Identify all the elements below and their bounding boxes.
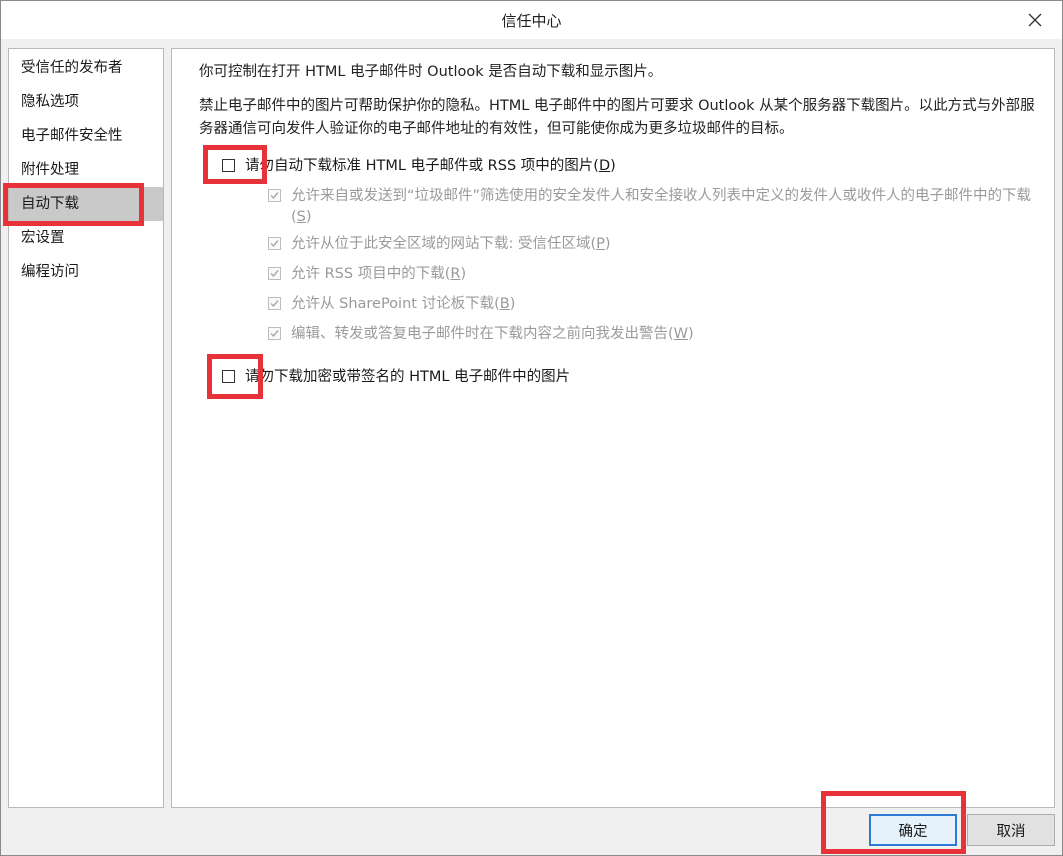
option-warn-before-download: 编辑、转发或答复电子邮件时在下载内容之前向我发出警告(W) [268, 324, 694, 344]
sidebar-item-attachment-handling[interactable]: 附件处理 [9, 153, 163, 187]
safe-senders-label: 允许来自或发送到“垃圾邮件”筛选使用的安全发件人和安全接收人列表中定义的发件人或… [291, 188, 1032, 225]
safe-senders-checkbox [268, 189, 281, 202]
checkmark-icon [270, 300, 279, 308]
option-rss: 允许 RSS 项目中的下载(R) [268, 264, 466, 284]
sidebar-item-automatic-download[interactable]: 自动下载 [9, 187, 163, 221]
rss-checkbox [268, 267, 281, 280]
sidebar-item-programmatic-access[interactable]: 编程访问 [9, 255, 163, 289]
close-icon [1028, 13, 1042, 27]
checkmark-icon [270, 270, 279, 278]
checkmark-icon [270, 192, 279, 200]
option-trusted-zone: 允许从位于此安全区域的网站下载: 受信任区域(P) [268, 234, 611, 254]
no-encrypted-download-label: 请勿下载加密或带签名的 HTML 电子邮件中的图片 [245, 369, 571, 385]
description-text: 禁止电子邮件中的图片可帮助保护你的隐私。HTML 电子邮件中的图片可要求 Out… [199, 98, 1035, 137]
rss-label: 允许 RSS 项目中的下载(R) [291, 266, 467, 282]
sidebar: 受信任的发布者 隐私选项 电子邮件安全性 附件处理 自动下载 宏设置 编程访问 [8, 48, 164, 808]
no-auto-download-label: 请勿自动下载标准 HTML 电子邮件或 RSS 项中的图片(D) [245, 158, 616, 174]
option-no-encrypted-download[interactable]: 请勿下载加密或带签名的 HTML 电子邮件中的图片 [222, 367, 570, 387]
sidebar-item-macro-settings[interactable]: 宏设置 [9, 221, 163, 255]
cancel-button[interactable]: 取消 [967, 814, 1055, 846]
trusted-zone-label: 允许从位于此安全区域的网站下载: 受信任区域(P) [291, 236, 611, 252]
close-button[interactable] [1022, 7, 1048, 33]
title-bar: 信任中心 [1, 1, 1062, 39]
sidebar-item-trusted-publishers[interactable]: 受信任的发布者 [9, 51, 163, 85]
warn-before-download-label: 编辑、转发或答复电子邮件时在下载内容之前向我发出警告(W) [291, 326, 694, 342]
sidebar-item-email-security[interactable]: 电子邮件安全性 [9, 119, 163, 153]
warn-before-download-checkbox [268, 327, 281, 340]
no-auto-download-checkbox[interactable] [222, 159, 235, 172]
checkmark-icon [270, 240, 279, 248]
option-sharepoint: 允许从 SharePoint 讨论板下载(B) [268, 294, 515, 314]
trusted-zone-checkbox [268, 237, 281, 250]
dialog-title: 信任中心 [501, 12, 562, 30]
intro-text: 你可控制在打开 HTML 电子邮件时 Outlook 是否自动下载和显示图片。 [199, 64, 663, 80]
sidebar-item-privacy-options[interactable]: 隐私选项 [9, 85, 163, 119]
option-no-auto-download[interactable]: 请勿自动下载标准 HTML 电子邮件或 RSS 项中的图片(D) [222, 156, 616, 176]
no-encrypted-download-checkbox[interactable] [222, 370, 235, 383]
option-safe-senders: 允许来自或发送到“垃圾邮件”筛选使用的安全发件人和安全接收人列表中定义的发件人或… [268, 186, 1043, 228]
checkmark-icon [270, 330, 279, 338]
sharepoint-checkbox [268, 297, 281, 310]
ok-button[interactable]: 确定 [869, 814, 957, 846]
sharepoint-label: 允许从 SharePoint 讨论板下载(B) [291, 296, 516, 312]
trust-center-dialog: 信任中心 受信任的发布者 隐私选项 电子邮件安全性 附件处理 自动下载 宏设置 … [0, 0, 1063, 856]
settings-panel: 你可控制在打开 HTML 电子邮件时 Outlook 是否自动下载和显示图片。 … [171, 48, 1055, 808]
